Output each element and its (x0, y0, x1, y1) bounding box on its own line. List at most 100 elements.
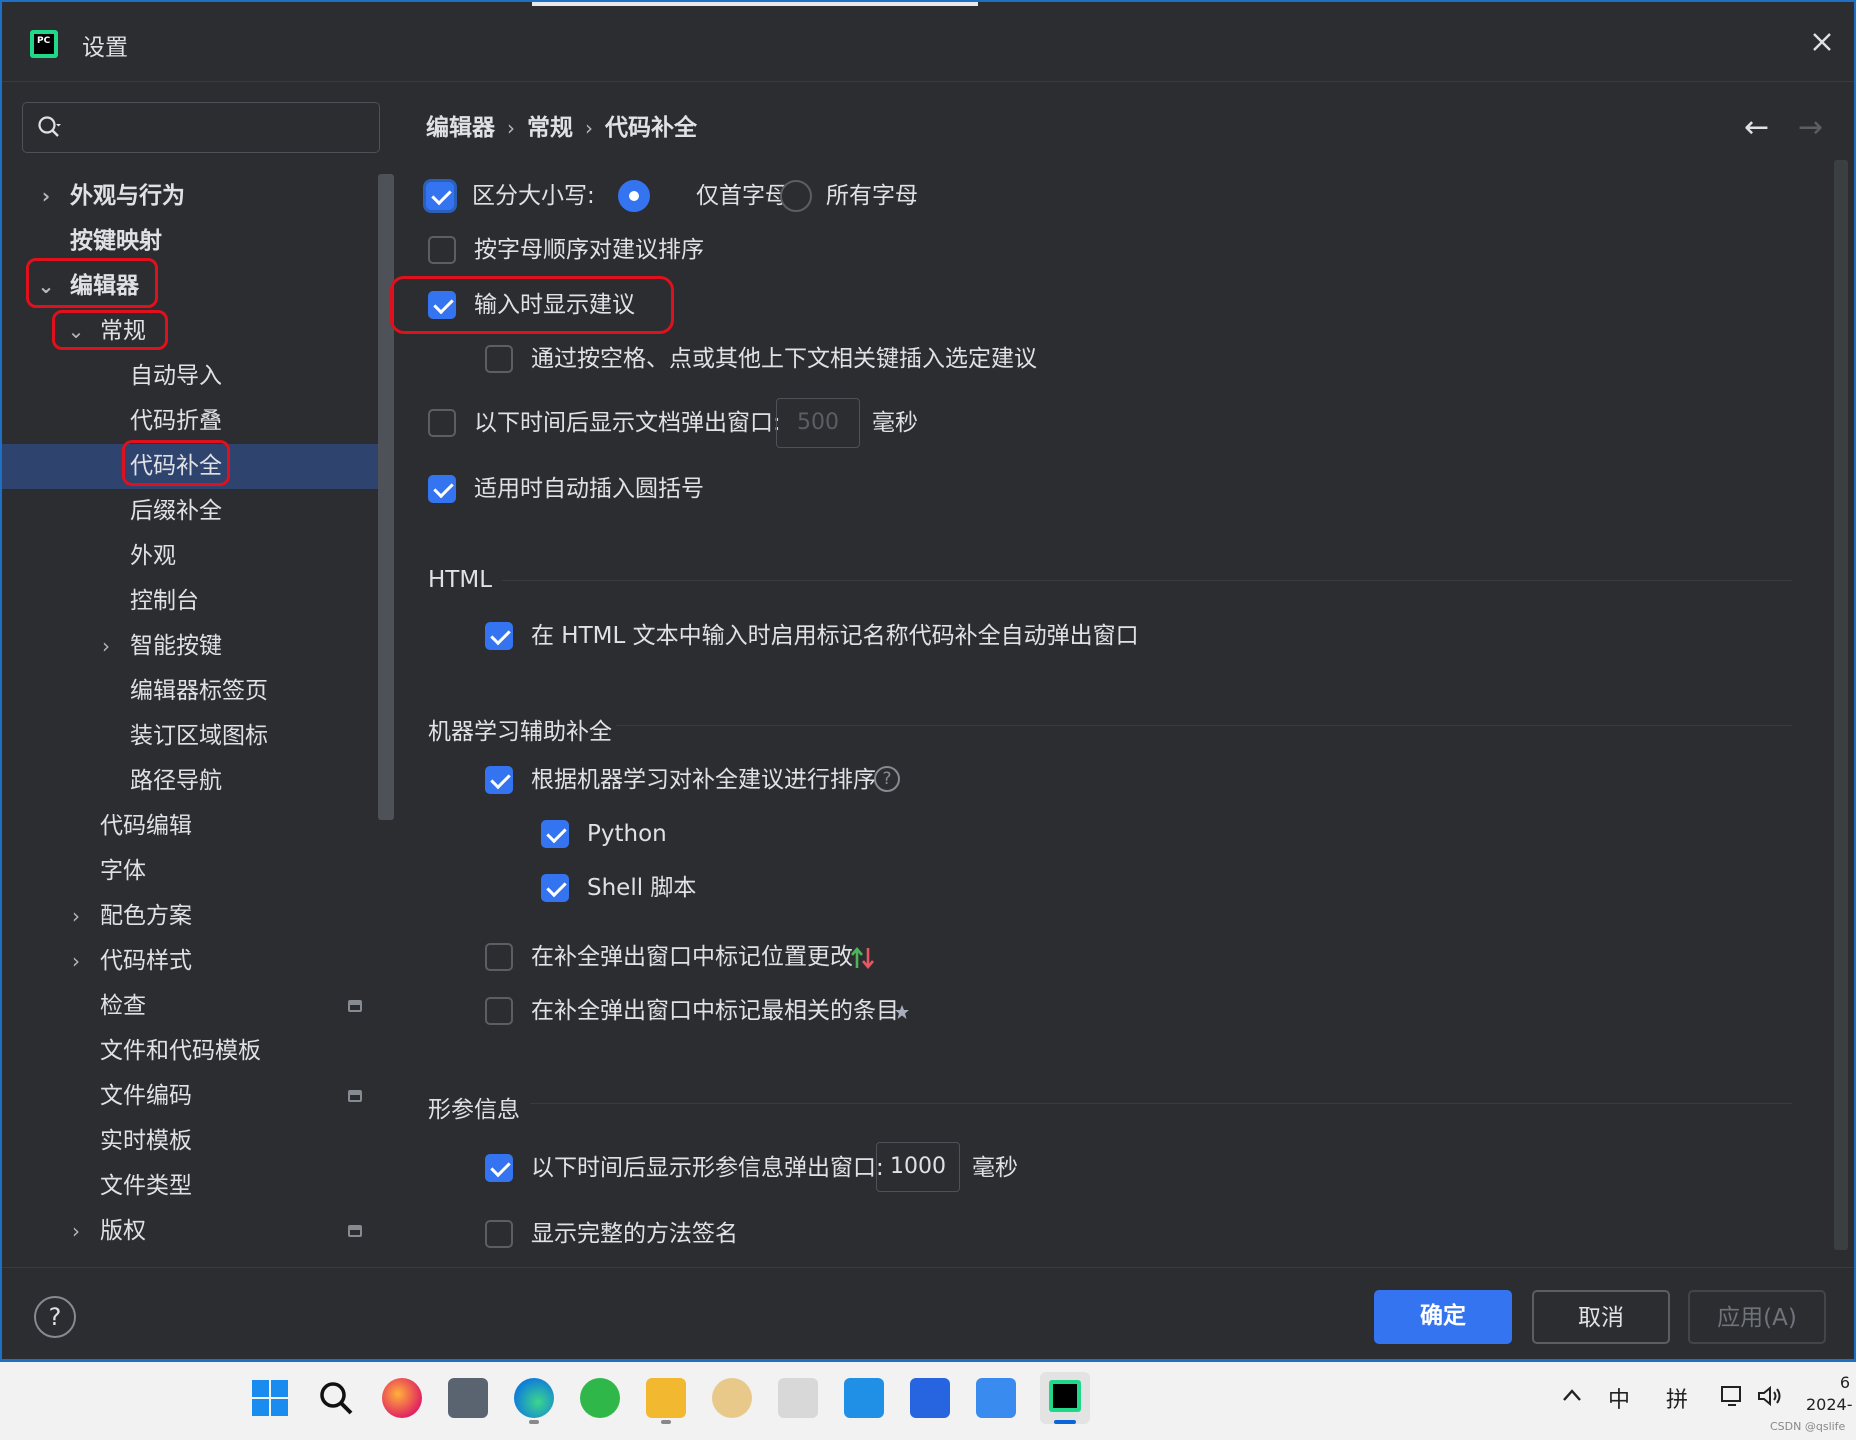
tree-item-auto-import[interactable]: 自动导入 (2, 354, 394, 399)
tree-item-code-folding[interactable]: 代码折叠 (2, 399, 394, 444)
mark-relevant-checkbox[interactable] (485, 997, 513, 1025)
back-button[interactable]: ← (1744, 110, 1769, 145)
help-button[interactable]: ? (34, 1296, 76, 1338)
option-label: 根据机器学习对补全建议进行排序 (531, 767, 876, 793)
doc-popup-delay-input[interactable]: 500 (776, 398, 860, 448)
tree-item-appearance-behavior[interactable]: › 外观与行为 (2, 174, 394, 219)
main-scrollbar[interactable] (1834, 160, 1848, 1250)
chevron-right-icon[interactable]: › (66, 894, 86, 939)
tree-item-file-encodings[interactable]: 文件编码 (2, 1074, 394, 1119)
option-label: 区分大小写: (472, 183, 595, 209)
option-label: 适用时自动插入圆括号 (474, 476, 704, 502)
tree-item-smart-keys[interactable]: › 智能按键 (2, 624, 394, 669)
tree-item-copyright[interactable]: › 版权 (2, 1209, 394, 1254)
case-all-letters-radio[interactable] (780, 180, 812, 212)
chevron-right-icon[interactable]: › (36, 174, 56, 219)
chevron-right-icon[interactable]: › (66, 1209, 86, 1254)
clock[interactable]: 6 2024- (1806, 1372, 1853, 1416)
project-scope-icon (348, 1000, 362, 1012)
tree-item-code-editing[interactable]: 代码编辑 (2, 804, 394, 849)
app-icon[interactable] (910, 1378, 950, 1418)
font-app-icon[interactable] (778, 1378, 818, 1418)
breadcrumb-item[interactable]: 常规 (527, 115, 573, 141)
ime-mode[interactable]: 拼 (1666, 1382, 1688, 1414)
app-icon[interactable] (712, 1378, 752, 1418)
apply-button[interactable]: 应用(A) (1688, 1290, 1826, 1344)
tree-item-appearance[interactable]: 外观 (2, 534, 394, 579)
tree-item-code-style[interactable]: › 代码样式 (2, 939, 394, 984)
tree-label: 路径导航 (130, 768, 222, 794)
sidebar-scrollbar[interactable] (378, 174, 394, 820)
ok-button[interactable]: 确定 (1374, 1290, 1512, 1344)
ml-shell-checkbox[interactable] (541, 874, 569, 902)
file-explorer-icon[interactable] (646, 1378, 686, 1418)
section-title-html: HTML (428, 567, 493, 593)
cloud-app-icon[interactable] (844, 1378, 884, 1418)
full-signature-checkbox[interactable] (485, 1220, 513, 1248)
forward-button[interactable]: → (1798, 110, 1823, 145)
tree-label: 代码样式 (100, 948, 192, 974)
option-label: 按字母顺序对建议排序 (474, 237, 704, 263)
insert-by-space-checkbox[interactable] (485, 345, 513, 373)
case-sensitive-checkbox[interactable] (426, 182, 454, 210)
close-button[interactable] (1804, 24, 1840, 60)
wechat-icon[interactable] (580, 1378, 620, 1418)
doc-popup-unit: 毫秒 (872, 410, 918, 436)
pycharm-taskbar-button[interactable] (1040, 1372, 1090, 1424)
chevron-up-icon[interactable] (1562, 1388, 1582, 1402)
sort-alpha-checkbox[interactable] (428, 236, 456, 264)
case-all-letters-option[interactable]: 所有字母 (780, 176, 930, 216)
tree-item-console[interactable]: 控制台 (2, 579, 394, 624)
option-label: Shell 脚本 (587, 875, 697, 901)
edge-icon[interactable] (514, 1378, 554, 1418)
case-first-letter-radio[interactable] (618, 180, 650, 212)
html-tag-popup-checkbox[interactable] (485, 622, 513, 650)
tree-item-font[interactable]: 字体 (2, 849, 394, 894)
option-label: 输入时显示建议 (474, 292, 635, 318)
calculator-icon[interactable] (448, 1378, 488, 1418)
auto-parens-checkbox[interactable] (428, 475, 456, 503)
ml-python-checkbox[interactable] (541, 820, 569, 848)
param-popup-checkbox[interactable] (485, 1154, 513, 1182)
project-scope-icon (348, 1225, 362, 1237)
chevron-right-icon[interactable]: › (66, 939, 86, 984)
case-first-letter-option[interactable]: 仅首字母 (618, 176, 788, 216)
show-on-typing-checkbox[interactable] (428, 291, 456, 319)
tree-item-color-scheme[interactable]: › 配色方案 (2, 894, 394, 939)
arrow-right-icon: → (1798, 110, 1824, 145)
network-icon[interactable] (1720, 1384, 1748, 1408)
search-icon[interactable] (316, 1378, 356, 1418)
tree-item-live-templates[interactable]: 实时模板 (2, 1119, 394, 1164)
volume-icon[interactable] (1756, 1384, 1784, 1408)
tree-label: 智能按键 (130, 633, 222, 659)
tree-label: 外观与行为 (70, 183, 185, 209)
tree-label: 版权 (100, 1218, 146, 1244)
star-icon (895, 1005, 909, 1019)
help-icon[interactable]: ? (874, 766, 900, 792)
param-popup-unit: 毫秒 (972, 1155, 1018, 1181)
search-input[interactable] (22, 102, 380, 153)
param-popup-delay-input[interactable]: 1000 (876, 1142, 960, 1192)
tree-item-gutter-icons[interactable]: 装订区域图标 (2, 714, 394, 759)
mark-position-checkbox[interactable] (485, 943, 513, 971)
tree-item-breadcrumbs[interactable]: 路径导航 (2, 759, 394, 804)
tree-item-editor-tabs[interactable]: 编辑器标签页 (2, 669, 394, 714)
cancel-button[interactable]: 取消 (1532, 1290, 1670, 1344)
mail-app-icon[interactable] (976, 1378, 1016, 1418)
tree-label: 文件和代码模板 (100, 1038, 261, 1064)
ime-language[interactable]: 中 (1608, 1382, 1630, 1414)
chevron-right-icon[interactable]: › (96, 624, 116, 669)
tree-item-file-types[interactable]: 文件类型 (2, 1164, 394, 1209)
pycharm-logo-icon: PC (30, 30, 58, 58)
breadcrumb-item[interactable]: 编辑器 (426, 115, 495, 141)
ml-sort-checkbox[interactable] (485, 766, 513, 794)
doc-popup-checkbox[interactable] (428, 409, 456, 437)
taskbar: 中 拼 6 2024- CSDN @qslife (0, 1362, 1856, 1440)
windows-start-icon[interactable] (250, 1378, 290, 1418)
tree-item-inspections[interactable]: 检查 (2, 984, 394, 1029)
title-bar: PC 设置 (2, 2, 1854, 82)
option-label: 在 HTML 文本中输入时启用标记名称代码补全自动弹出窗口 (531, 623, 1139, 649)
firefox-icon[interactable] (382, 1378, 422, 1418)
tree-item-postfix-completion[interactable]: 后缀补全 (2, 489, 394, 534)
tree-item-file-templates[interactable]: 文件和代码模板 (2, 1029, 394, 1074)
